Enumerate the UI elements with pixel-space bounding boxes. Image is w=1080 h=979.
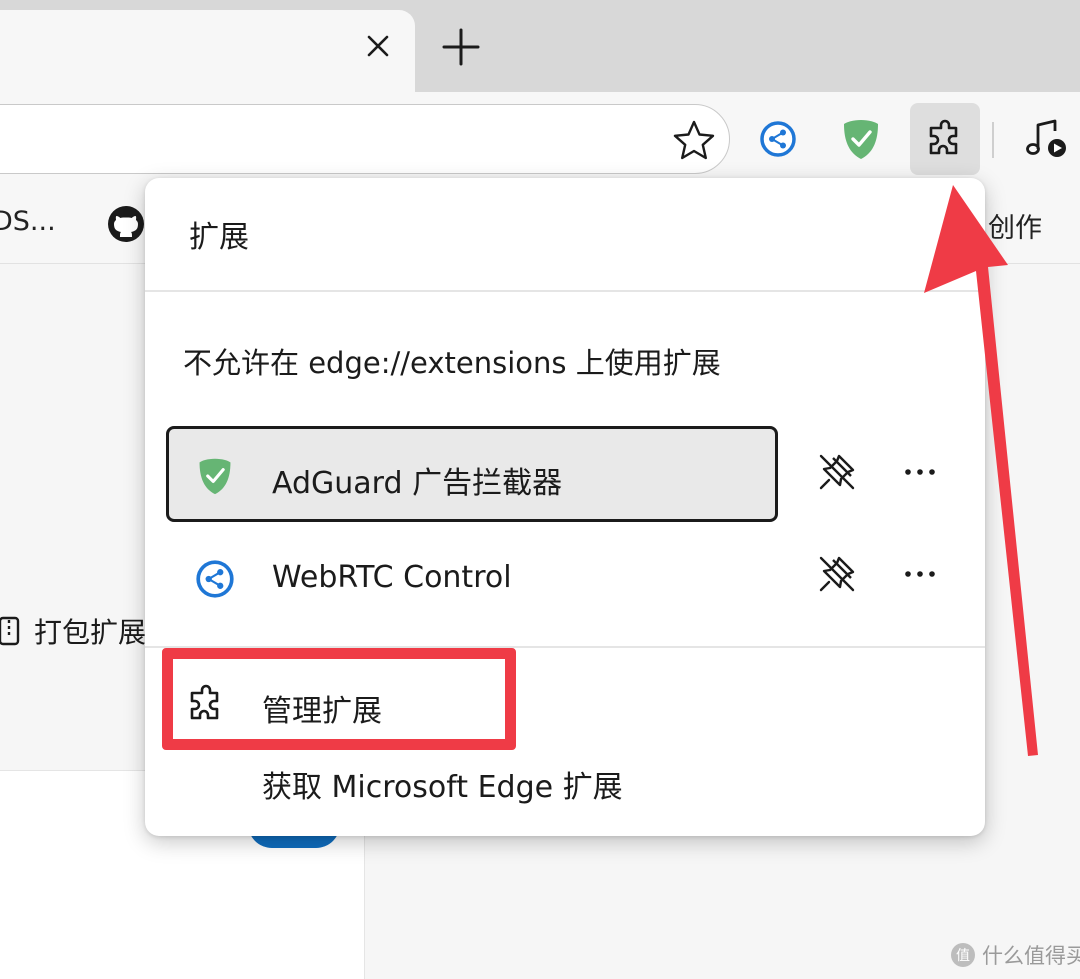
unpin-icon[interactable]	[815, 450, 859, 498]
watermark-logo-icon: 值	[951, 943, 975, 967]
adguard-shield-icon	[196, 456, 234, 500]
pack-extension-button[interactable]: 打包扩展	[0, 606, 146, 656]
webrtc-share-icon	[194, 558, 236, 604]
close-icon[interactable]	[360, 28, 396, 64]
webrtc-control-icon	[760, 121, 796, 157]
restriction-note: 不允许在 edge://extensions 上使用扩展	[183, 346, 721, 380]
watermark: 值 什么值得买	[950, 940, 1080, 970]
puzzle-icon	[929, 119, 958, 155]
music-play-icon	[1026, 119, 1066, 157]
add-favorite-button[interactable]	[668, 116, 720, 164]
divider	[145, 290, 985, 292]
favorite-item-left[interactable]: DS...	[0, 206, 56, 237]
active-tab[interactable]	[0, 10, 415, 92]
webrtc-extension-button[interactable]	[743, 103, 813, 175]
annotation-arrow	[924, 185, 1038, 756]
address-bar[interactable]	[0, 104, 730, 174]
pack-extension-label: 打包扩展	[34, 616, 147, 649]
extensions-button[interactable]	[910, 103, 980, 175]
adguard-icon	[844, 120, 878, 159]
media-control-button[interactable]	[1010, 103, 1080, 175]
popup-title: 扩展	[189, 220, 249, 255]
extension-name: AdGuard 广告拦截器	[272, 466, 563, 501]
plus-icon	[442, 28, 480, 66]
unpin-icon[interactable]	[815, 552, 859, 600]
star-icon	[673, 120, 715, 160]
zip-icon	[0, 616, 20, 646]
new-tab-button[interactable]	[440, 26, 482, 68]
toolbar-separator	[992, 122, 994, 158]
github-icon[interactable]	[106, 204, 146, 248]
watermark-text: 什么值得买	[982, 944, 1080, 968]
extension-name: WebRTC Control	[272, 560, 512, 595]
annotation-highlight-box	[162, 648, 516, 750]
svg-text:值: 值	[956, 948, 970, 964]
adguard-extension-button[interactable]	[826, 103, 896, 175]
get-extensions-link[interactable]: 获取 Microsoft Edge 扩展	[262, 762, 623, 806]
